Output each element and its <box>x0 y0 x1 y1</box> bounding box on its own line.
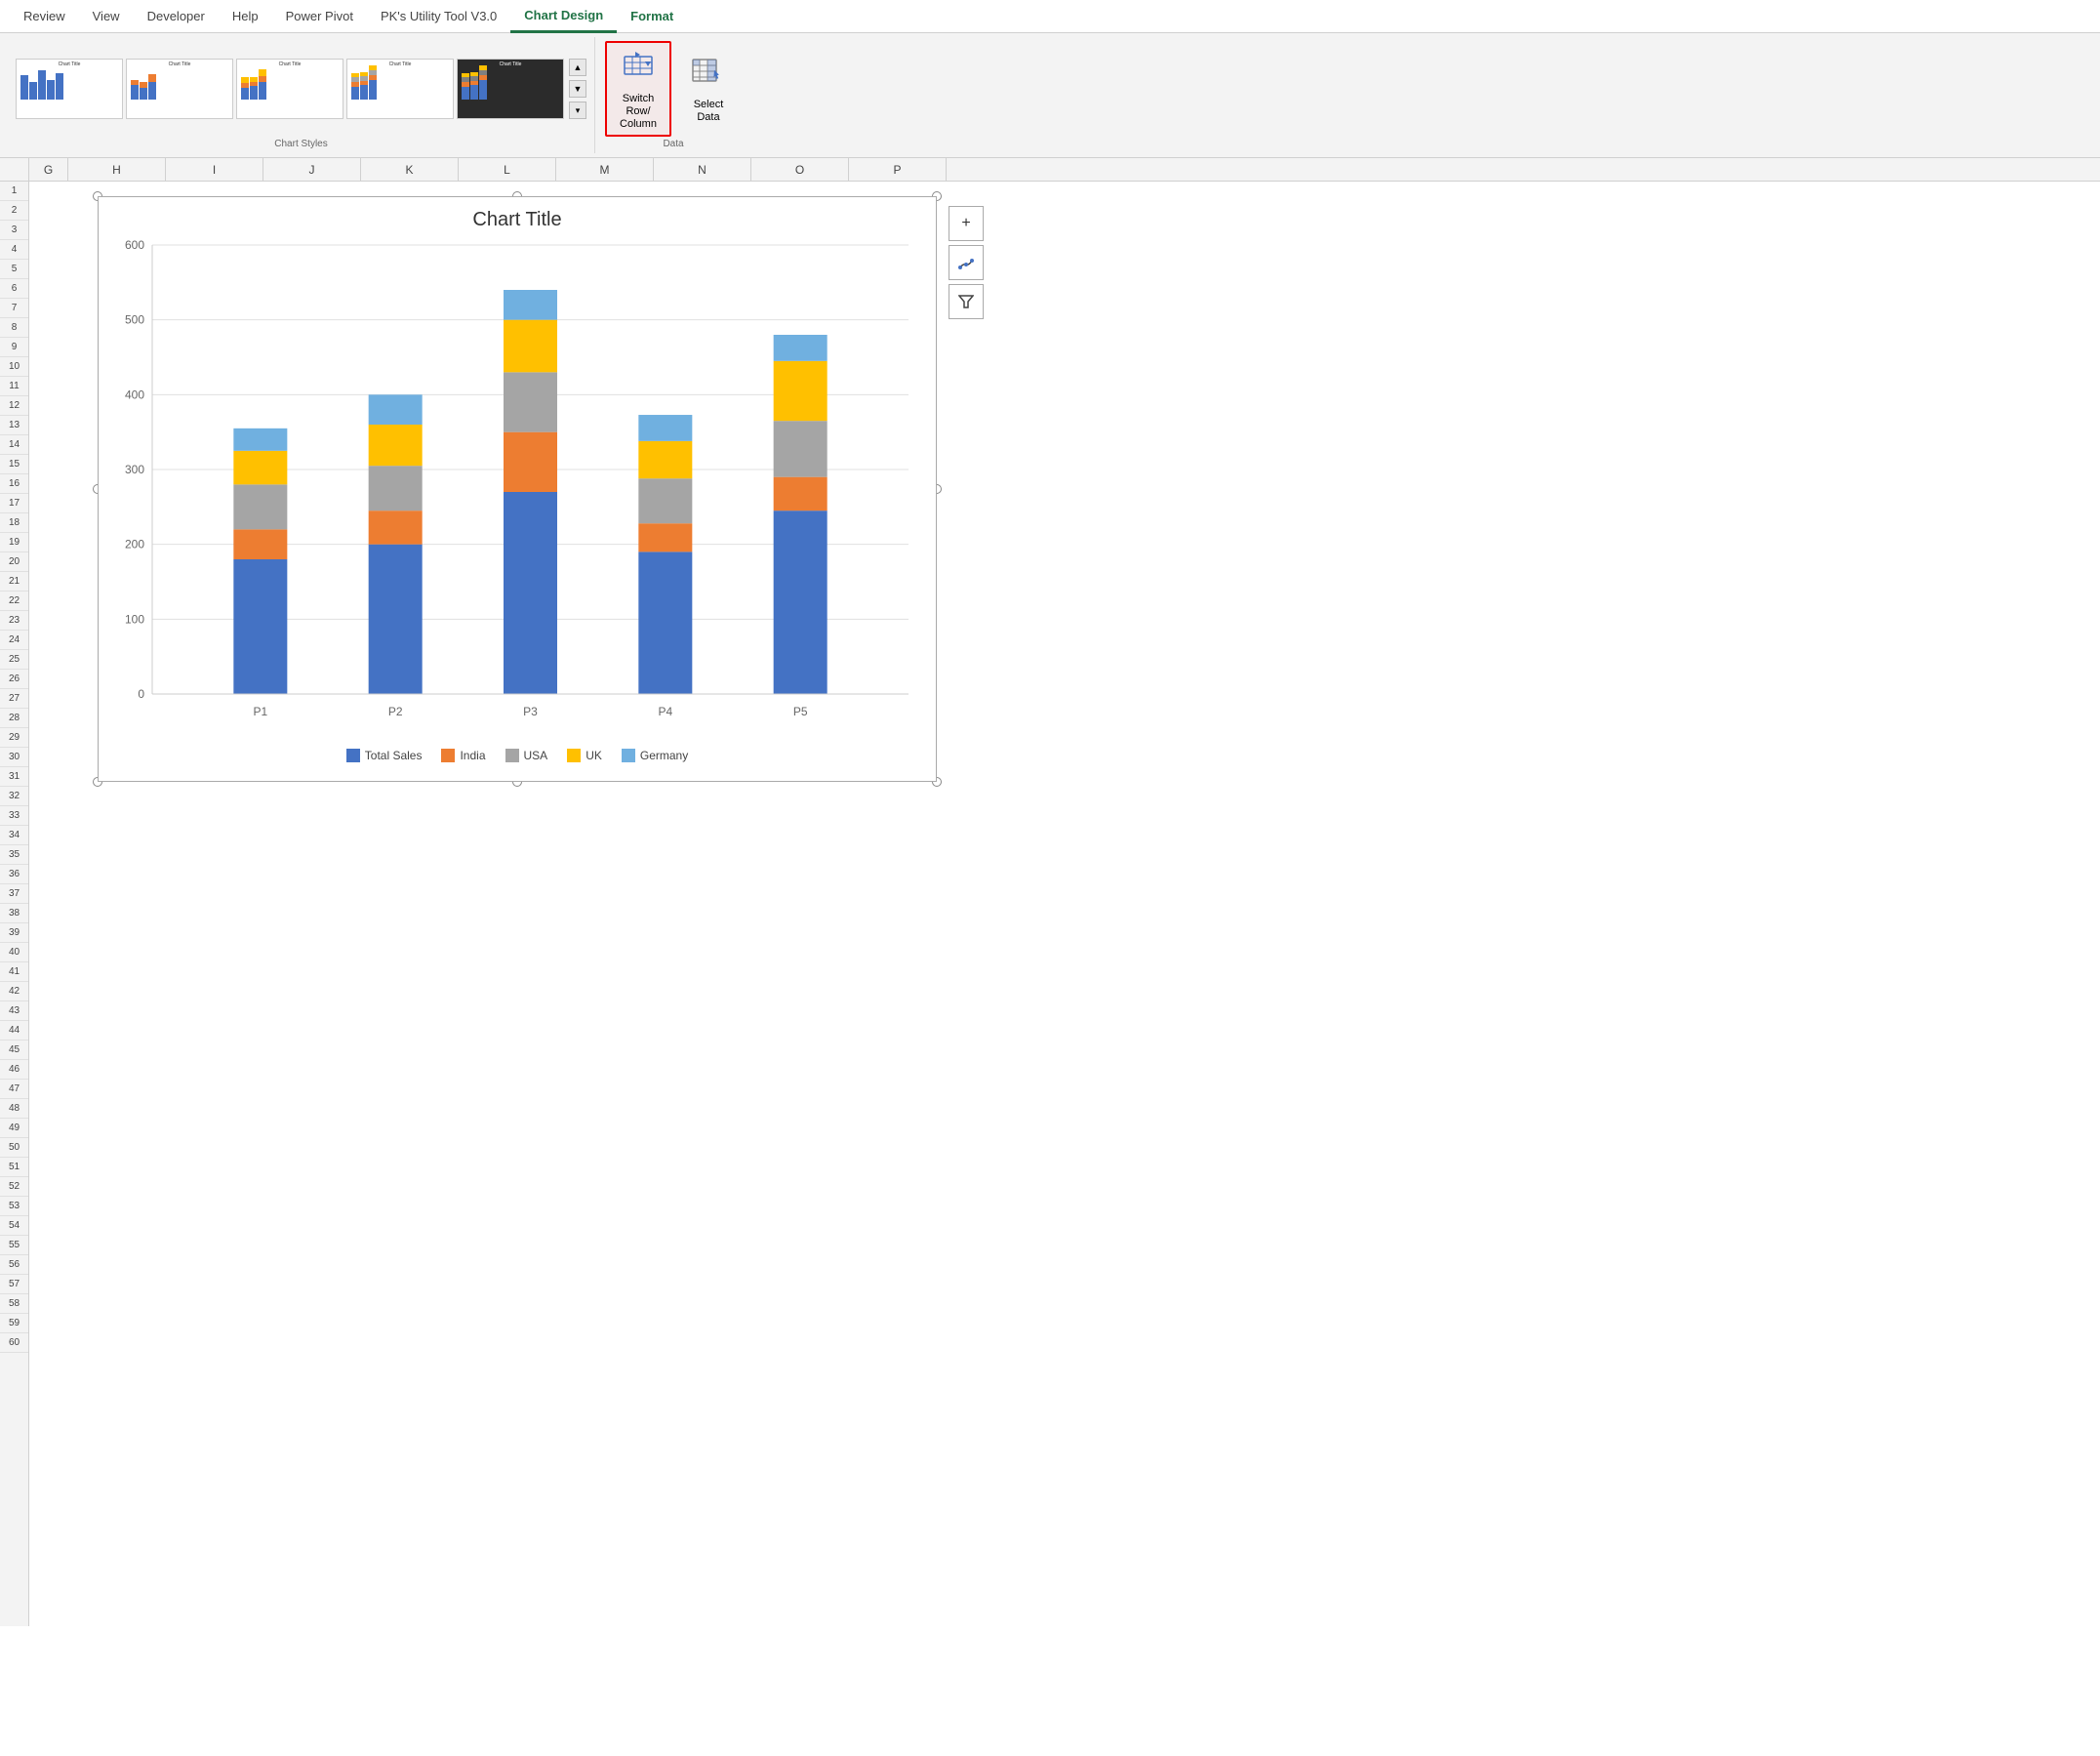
svg-text:500: 500 <box>125 313 144 327</box>
select-data-button[interactable]: SelectData <box>675 48 742 131</box>
col-header-O: O <box>751 158 849 181</box>
svg-text:400: 400 <box>125 388 144 401</box>
chart-box: Chart Title 0 100 200 300 400 500 600 P1 P2 P3 P4 P… <box>98 196 937 782</box>
chart-styles-label: Chart Styles <box>274 139 327 149</box>
chart-style-btn[interactable] <box>949 245 984 280</box>
svg-text:600: 600 <box>125 238 144 252</box>
ribbon-tab-bar: Review View Developer Help Power Pivot P… <box>0 0 2100 33</box>
col-header-G: G <box>29 158 68 181</box>
svg-text:P4: P4 <box>658 705 672 718</box>
chart-style-2[interactable]: Chart Title <box>126 59 233 119</box>
tab-help[interactable]: Help <box>219 1 272 33</box>
spreadsheet-body: 1234567891011121314151617181920212223242… <box>0 182 2100 1626</box>
svg-text:P5: P5 <box>793 705 808 718</box>
legend-item-usa: USA <box>505 749 548 762</box>
col-header-H: H <box>68 158 166 181</box>
ribbon-content: Chart Title Chart Title <box>0 33 2100 157</box>
switch-row-column-label: Switch Row/Column <box>611 93 666 132</box>
tab-power-pivot[interactable]: Power Pivot <box>272 1 367 33</box>
col-header-I: I <box>166 158 263 181</box>
chart-side-buttons: + <box>949 206 984 319</box>
tab-chart-design[interactable]: Chart Design <box>510 0 617 33</box>
chart-wrapper: Chart Title 0 100 200 300 400 500 600 P1 P2 P3 P4 P… <box>98 196 937 782</box>
legend-item-total-sales: Total Sales <box>346 749 423 762</box>
chart-style-4[interactable]: Chart Title <box>346 59 454 119</box>
tab-developer[interactable]: Developer <box>134 1 219 33</box>
scroll-more-btn[interactable]: ▾ <box>569 102 586 119</box>
chart-style-thumbnails: Chart Title Chart Title <box>16 41 586 137</box>
chart-style-scroll: ▲ ▼ ▾ <box>569 59 586 119</box>
chart-style-1[interactable]: Chart Title <box>16 59 123 119</box>
spreadsheet: G H I J K L M N O P 12345678910111213141… <box>0 158 2100 1626</box>
select-data-icon <box>691 54 726 97</box>
chart-style-3[interactable]: Chart Title <box>236 59 343 119</box>
switch-row-column-button[interactable]: Switch Row/Column <box>605 41 671 137</box>
svg-text:100: 100 <box>125 612 144 626</box>
data-group-label: Data <box>663 139 683 149</box>
row-headers: 1234567891011121314151617181920212223242… <box>0 182 29 1626</box>
data-group: Switch Row/Column <box>595 37 751 153</box>
switch-row-column-icon <box>621 47 656 90</box>
svg-text:P3: P3 <box>523 705 538 718</box>
select-data-label: SelectData <box>694 99 724 124</box>
col-header-K: K <box>361 158 459 181</box>
chart-style-5[interactable]: Chart Title <box>457 59 564 119</box>
tab-format[interactable]: Format <box>617 1 687 33</box>
chart-filter-btn[interactable] <box>949 284 984 319</box>
col-header-N: N <box>654 158 751 181</box>
grid-area: // Will be drawn by JS Chart Title <box>29 182 2100 1626</box>
col-header-P: P <box>849 158 947 181</box>
tab-view[interactable]: View <box>79 1 134 33</box>
legend-item-germany: Germany <box>622 749 688 762</box>
svg-text:0: 0 <box>138 687 144 701</box>
chart-styles-group: Chart Title Chart Title <box>8 37 595 153</box>
col-header-L: L <box>459 158 556 181</box>
tab-utility-tool[interactable]: PK's Utility Tool V3.0 <box>367 1 510 33</box>
tab-review[interactable]: Review <box>10 1 79 33</box>
row-num-header <box>0 158 29 181</box>
chart-legend: Total Sales India USA UK Germany <box>99 749 936 762</box>
scroll-up-btn[interactable]: ▲ <box>569 59 586 76</box>
scroll-down-btn[interactable]: ▼ <box>569 80 586 98</box>
data-group-items: Switch Row/Column <box>605 41 742 137</box>
svg-text:200: 200 <box>125 538 144 551</box>
svg-text:300: 300 <box>125 463 144 476</box>
col-header-J: J <box>263 158 361 181</box>
chart-title: Chart Title <box>99 197 936 235</box>
col-header-M: M <box>556 158 654 181</box>
legend-item-india: India <box>441 749 485 762</box>
ribbon: Review View Developer Help Power Pivot P… <box>0 0 2100 158</box>
svg-text:P2: P2 <box>388 705 403 718</box>
column-header-row: G H I J K L M N O P <box>0 158 2100 182</box>
add-chart-element-btn[interactable]: + <box>949 206 984 241</box>
legend-item-uk: UK <box>567 749 602 762</box>
chart-svg: 0 100 200 300 400 500 600 P1 P2 P3 P4 P5 <box>99 235 938 743</box>
svg-text:P1: P1 <box>253 705 267 718</box>
